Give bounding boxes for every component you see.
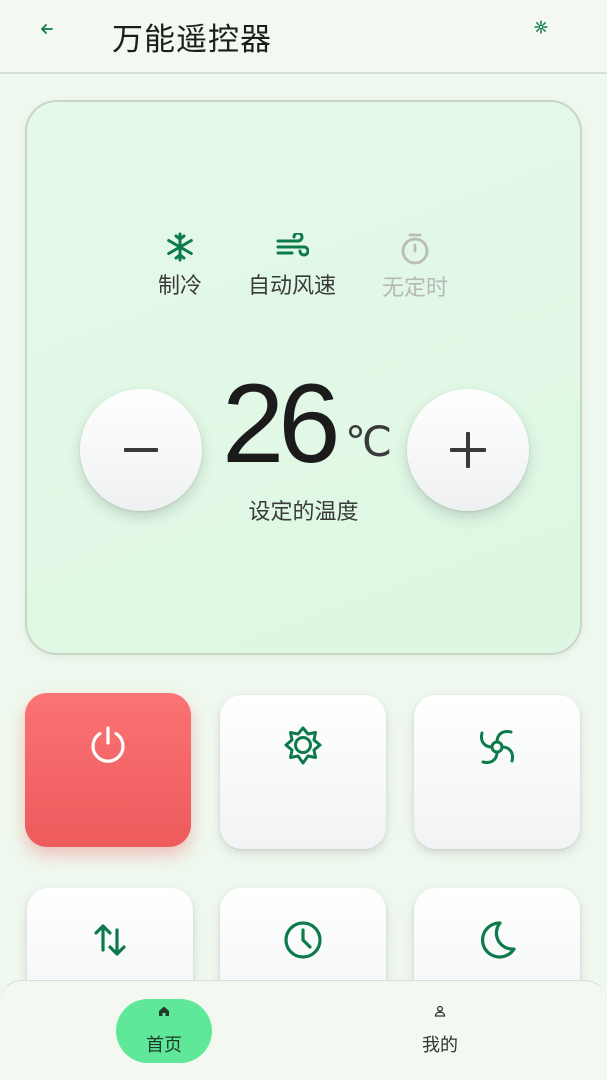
ac-display-panel: 制冷 自动风速 无定时 26 ℃ 设定的温度 xyxy=(25,100,582,655)
settings-button[interactable] xyxy=(530,16,552,38)
sun-gear-icon xyxy=(284,726,322,765)
power-button[interactable] xyxy=(25,693,191,847)
bottom-navigation: 首页 我的 xyxy=(0,980,607,1080)
temperature-unit: ℃ xyxy=(345,418,393,465)
fan-speed-status[interactable]: 自动风速 xyxy=(232,230,352,300)
wind-icon xyxy=(276,233,309,257)
fan-icon xyxy=(480,730,514,764)
temperature-caption: 设定的温度 xyxy=(248,500,359,525)
nav-item-profile[interactable]: 我的 xyxy=(392,999,488,1063)
nav-item-home[interactable]: 首页 xyxy=(116,999,212,1063)
page-title: 万能遥控器 xyxy=(112,22,272,58)
app-header: 万能遥控器 xyxy=(0,0,607,74)
arrow-left-icon xyxy=(41,24,53,34)
minus-icon xyxy=(124,448,158,452)
fan-button[interactable] xyxy=(414,695,580,849)
timer-status[interactable]: 无定时 xyxy=(355,232,475,302)
remote-page: 万能遥控器 制冷 自动风速 无定时 26 ℃ 设定的温度 首页 我的 xyxy=(0,0,607,1080)
clock-icon xyxy=(284,921,322,959)
power-icon xyxy=(91,726,125,763)
timer-label: 无定时 xyxy=(381,276,448,301)
nav-label-home: 首页 xyxy=(146,1035,182,1056)
fan-speed-label: 自动风速 xyxy=(247,274,336,299)
gear-icon xyxy=(534,20,548,34)
swing-arrows-icon xyxy=(94,924,126,956)
snowflake-icon xyxy=(167,232,193,262)
nav-label-profile: 我的 xyxy=(422,1035,458,1056)
temperature-up-button[interactable] xyxy=(407,389,529,511)
home-icon xyxy=(159,1006,169,1016)
person-icon xyxy=(434,1005,446,1017)
back-button[interactable] xyxy=(34,16,60,42)
temperature-down-button[interactable] xyxy=(80,389,202,511)
mode-status[interactable]: 制冷 xyxy=(120,230,240,300)
mode-label: 制冷 xyxy=(157,274,202,299)
mode-button[interactable] xyxy=(220,695,386,849)
moon-icon xyxy=(480,921,516,959)
plus-icon xyxy=(450,432,486,468)
timer-icon xyxy=(401,233,429,265)
